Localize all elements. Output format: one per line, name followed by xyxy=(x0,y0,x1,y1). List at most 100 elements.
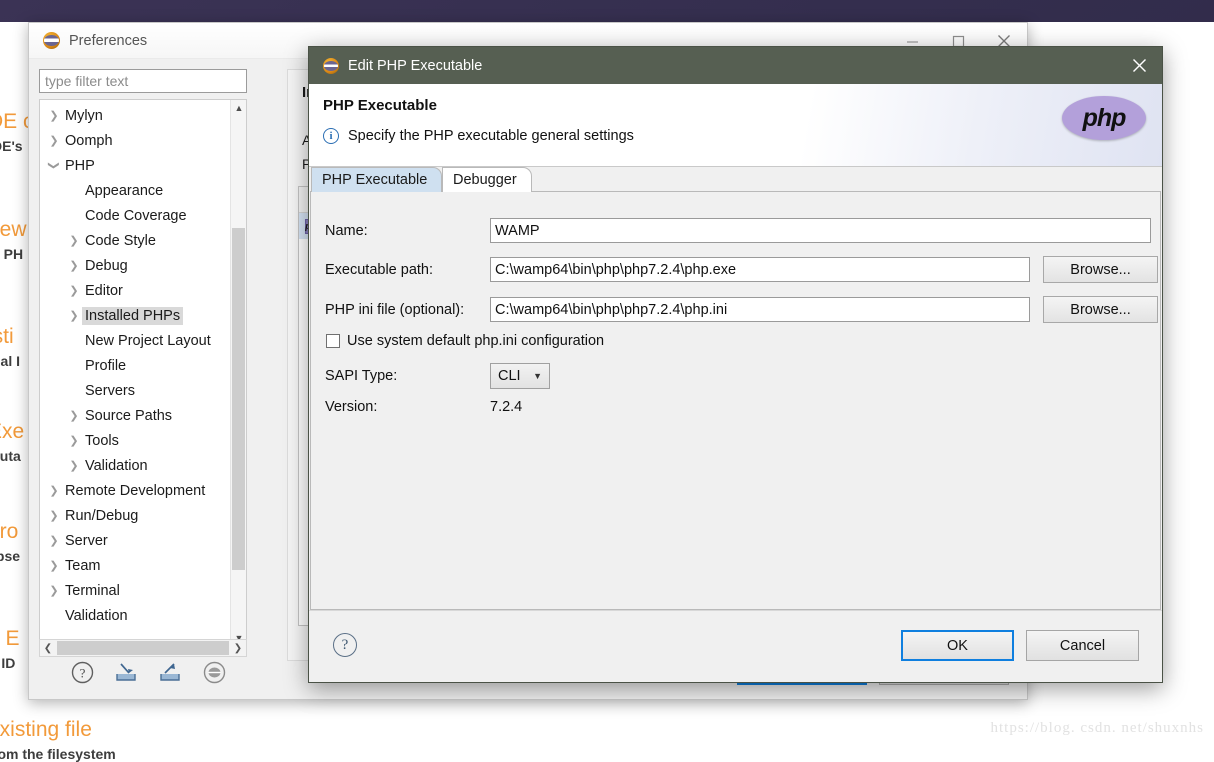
sidebar-item-installed-phps[interactable]: ❯Installed PHPs xyxy=(40,303,230,328)
executable-path-label: Executable path: xyxy=(325,262,490,278)
dialog-header-description: Specify the PHP executable general setti… xyxy=(348,128,634,144)
tree-scroll-thumb[interactable] xyxy=(232,228,245,570)
chevron-down-icon[interactable]: ❯ xyxy=(48,158,61,174)
chevron-right-icon[interactable]: ❯ xyxy=(46,584,62,597)
version-row: Version: 7.2.4 xyxy=(325,399,522,415)
chevron-right-icon[interactable]: ❯ xyxy=(66,259,82,272)
tree-horizontal-scrollbar[interactable]: ❮ ❯ xyxy=(39,639,247,657)
sidebar-item-code-coverage[interactable]: Code Coverage xyxy=(40,203,230,228)
chevron-right-icon[interactable]: ❯ xyxy=(66,409,82,422)
sidebar-item-servers[interactable]: Servers xyxy=(40,378,230,403)
sidebar-item-oomph[interactable]: ❯Oomph xyxy=(40,128,230,153)
tab-php-executable[interactable]: PHP Executable xyxy=(311,167,442,192)
chevron-right-icon[interactable]: ❯ xyxy=(66,309,82,322)
tree-vertical-scrollbar[interactable]: ▲ ▼ xyxy=(230,100,246,646)
sidebar-item-code-style[interactable]: ❯Code Style xyxy=(40,228,230,253)
chevron-right-icon[interactable]: ❯ xyxy=(46,109,62,122)
dialog-tabbar: PHP Executable Debugger xyxy=(310,167,1161,192)
eclipse-icon xyxy=(43,32,60,49)
php-ini-input[interactable]: C:\wamp64\bin\php\php7.2.4\php.ini xyxy=(490,297,1030,322)
sapi-type-select[interactable]: CLI ▼ xyxy=(490,363,550,389)
chevron-right-icon[interactable]: ❯ xyxy=(46,534,62,547)
sidebar-item-appearance[interactable]: Appearance xyxy=(40,178,230,203)
eclipse-icon xyxy=(323,58,339,74)
tab-debugger[interactable]: Debugger xyxy=(442,167,532,192)
bg-subtext: nal I xyxy=(0,353,20,369)
use-system-default-label: Use system default php.ini configuration xyxy=(347,333,604,349)
sidebar-item-label: Code Style xyxy=(82,232,159,250)
chevron-down-icon: ▼ xyxy=(533,371,542,381)
sidebar-item-label: Team xyxy=(62,557,103,575)
cancel-button[interactable]: Cancel xyxy=(1026,630,1139,661)
tree-hscroll-thumb[interactable] xyxy=(57,641,229,655)
sidebar-item-validation[interactable]: Validation xyxy=(40,603,230,628)
eclipse-circle-icon[interactable] xyxy=(201,659,227,685)
executable-path-row: Executable path: C:\wamp64\bin\php\php7.… xyxy=(325,256,1158,283)
svg-text:?: ? xyxy=(79,665,85,680)
sidebar-item-label: PHP xyxy=(62,157,98,175)
sapi-type-value: CLI xyxy=(498,368,521,384)
name-input[interactable]: WAMP xyxy=(490,218,1151,243)
sidebar-item-team[interactable]: ❯Team xyxy=(40,553,230,578)
dialog-title: Edit PHP Executable xyxy=(348,58,482,74)
sidebar-item-label: Source Paths xyxy=(82,407,175,425)
sidebar-item-profile[interactable]: Profile xyxy=(40,353,230,378)
sidebar-item-debug[interactable]: ❯Debug xyxy=(40,253,230,278)
name-field-row: Name: WAMP xyxy=(325,218,1151,243)
bg-subtext: v PH xyxy=(0,246,23,262)
ok-button[interactable]: OK xyxy=(901,630,1014,661)
import-icon[interactable] xyxy=(113,659,139,685)
sidebar-item-source-paths[interactable]: ❯Source Paths xyxy=(40,403,230,428)
browse-executable-button[interactable]: Browse... xyxy=(1043,256,1158,283)
bg-heading: existing file xyxy=(0,718,92,742)
sidebar-item-server[interactable]: ❯Server xyxy=(40,528,230,553)
scroll-up-icon[interactable]: ▲ xyxy=(231,100,247,116)
scroll-left-icon[interactable]: ❮ xyxy=(40,643,56,654)
sidebar-item-label: Server xyxy=(62,532,111,550)
chevron-right-icon[interactable]: ❯ xyxy=(46,509,62,522)
export-icon[interactable] xyxy=(157,659,183,685)
chevron-right-icon[interactable]: ❯ xyxy=(46,134,62,147)
chevron-right-icon[interactable]: ❯ xyxy=(66,234,82,247)
bg-heading: pro xyxy=(0,520,18,544)
sidebar-item-tools[interactable]: ❯Tools xyxy=(40,428,230,453)
browse-php-ini-button[interactable]: Browse... xyxy=(1043,296,1158,323)
chevron-right-icon[interactable]: ❯ xyxy=(66,459,82,472)
chevron-right-icon[interactable]: ❯ xyxy=(66,434,82,447)
sidebar-item-label: Code Coverage xyxy=(82,207,190,225)
help-icon[interactable]: ? xyxy=(69,659,95,685)
executable-path-input[interactable]: C:\wamp64\bin\php\php7.2.4\php.exe xyxy=(490,257,1030,282)
close-icon[interactable] xyxy=(1116,47,1162,84)
version-value: 7.2.4 xyxy=(490,399,522,415)
preferences-footer-icons: ? xyxy=(69,659,227,685)
scroll-right-icon[interactable]: ❯ xyxy=(230,643,246,654)
sidebar-item-mylyn[interactable]: ❯Mylyn xyxy=(40,103,230,128)
help-icon[interactable]: ? xyxy=(333,633,357,657)
chevron-right-icon[interactable]: ❯ xyxy=(46,484,62,497)
bg-subtext: ipse xyxy=(0,548,20,564)
edit-php-executable-dialog: Edit PHP Executable PHP Executable i Spe… xyxy=(308,46,1163,683)
watermark-text: https://blog. csdn. net/shuxnhs xyxy=(990,720,1204,737)
sidebar-item-run-debug[interactable]: ❯Run/Debug xyxy=(40,503,230,528)
sidebar-item-validation[interactable]: ❯Validation xyxy=(40,453,230,478)
bg-heading: new xyxy=(0,218,27,242)
bg-heading: isti xyxy=(0,325,14,349)
chevron-right-icon[interactable]: ❯ xyxy=(46,559,62,572)
filter-input[interactable]: type filter text xyxy=(39,69,247,93)
sidebar-item-remote-development[interactable]: ❯Remote Development xyxy=(40,478,230,503)
use-system-default-row[interactable]: Use system default php.ini configuration xyxy=(326,333,604,349)
sidebar-item-php[interactable]: ❯PHP xyxy=(40,153,230,178)
sidebar-item-new-project-layout[interactable]: New Project Layout xyxy=(40,328,230,353)
sidebar-item-label: Servers xyxy=(82,382,138,400)
preferences-tree-list: ❯Mylyn❯Oomph❯PHPAppearanceCode Coverage❯… xyxy=(40,100,230,646)
sidebar-item-label: Tools xyxy=(82,432,122,450)
sidebar-item-editor[interactable]: ❯Editor xyxy=(40,278,230,303)
bg-subtext: DE's xyxy=(0,138,23,154)
sidebar-item-label: Debug xyxy=(82,257,131,275)
sidebar-item-label: Run/Debug xyxy=(62,507,141,525)
sidebar-item-terminal[interactable]: ❯Terminal xyxy=(40,578,230,603)
bg-subtext: r ID xyxy=(0,655,15,671)
sidebar-item-label: Oomph xyxy=(62,132,116,150)
use-system-default-checkbox[interactable] xyxy=(326,334,340,348)
chevron-right-icon[interactable]: ❯ xyxy=(66,284,82,297)
